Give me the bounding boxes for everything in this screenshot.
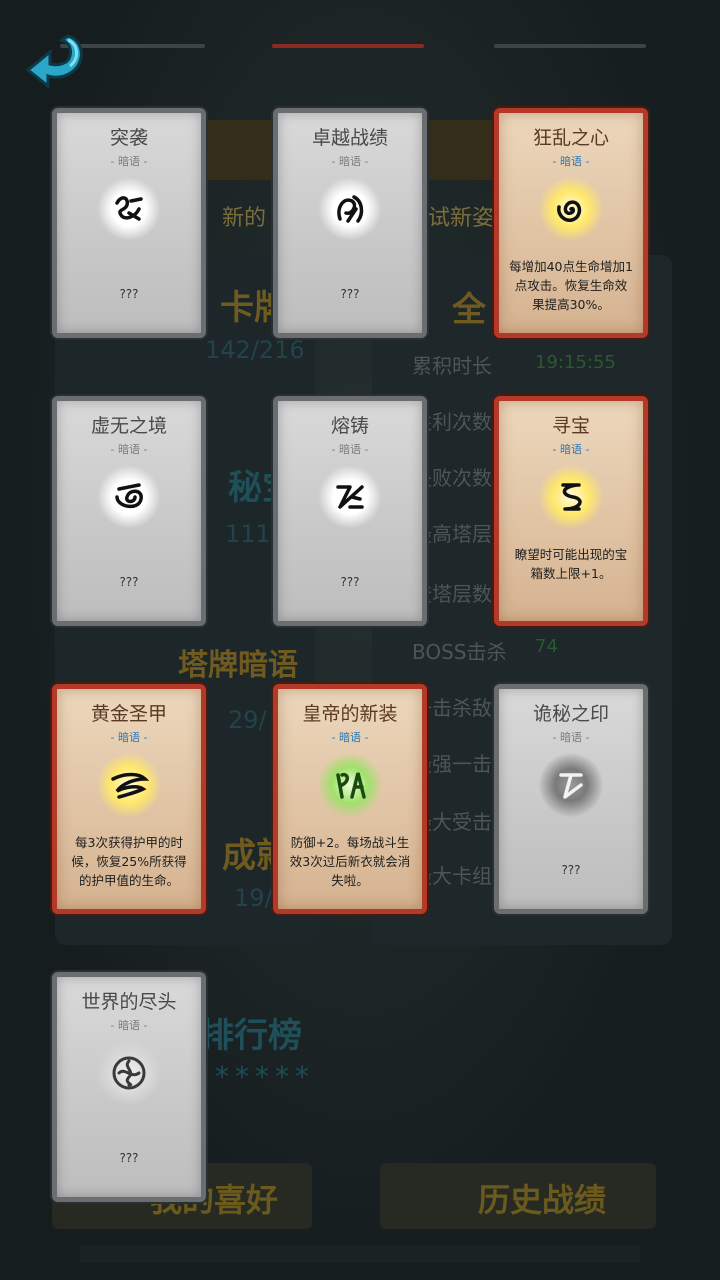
void-rune-icon — [97, 465, 161, 529]
back-button[interactable] — [24, 30, 90, 98]
emperor-clothes-rune-icon — [318, 753, 382, 817]
tab-indicator-active — [272, 44, 424, 48]
card-type: 暗语 — [499, 729, 643, 745]
bg-menu-achievements-count: 19/ — [234, 884, 273, 912]
bg-menu-whispers-count: 29/ — [228, 706, 267, 734]
card-title: 世界的尽头 — [81, 991, 177, 1013]
card-type: 暗语 — [57, 1017, 201, 1033]
card-title: 诡秘之印 — [532, 703, 609, 725]
golden-armor-rune-icon — [97, 753, 161, 817]
card-type: 暗语 — [278, 729, 422, 745]
card-desc: ??? — [119, 287, 139, 301]
bg-stat-value: 19:15:55 — [535, 352, 616, 373]
card-desc: ??? — [340, 575, 360, 589]
bg-subtitle-left: 新的 — [222, 206, 267, 231]
whisper-card[interactable]: 诡秘之印 暗语 ??? — [494, 684, 648, 914]
whisper-card[interactable]: 黄金圣甲 暗语 每3次获得护甲的时候，恢复25%所获得的护甲值的生命。 — [52, 684, 206, 914]
card-title: 黄金圣甲 — [90, 703, 167, 725]
card-desc: ??? — [119, 575, 139, 589]
bg-leaderboard-stars: ***** — [215, 1060, 315, 1093]
bg-stat-label: BOSS击杀 — [412, 640, 507, 664]
card-type: 暗语 — [499, 441, 643, 457]
whisper-card[interactable]: 世界的尽头 暗语 ??? — [52, 972, 206, 1202]
card-desc: 瞭望时可能出现的宝箱数上限+1。 — [514, 547, 628, 581]
bg-footer — [80, 1245, 640, 1263]
card-title: 卓越战绩 — [311, 127, 388, 149]
card-type: 暗语 — [278, 153, 422, 169]
card-type: 暗语 — [57, 729, 201, 745]
card-title: 熔铸 — [330, 415, 369, 437]
whisper-card[interactable]: 熔铸 暗语 ??? — [273, 396, 427, 626]
card-title: 寻宝 — [551, 415, 590, 437]
bg-menu-whispers: 塔牌暗语 — [178, 648, 298, 683]
card-desc: 每增加40点生命增加1点攻击。恢复生命效果提高30%。 — [509, 259, 633, 312]
bg-stats-header: 全 — [452, 290, 486, 330]
whisper-card[interactable]: 卓越战绩 暗语 ??? — [273, 108, 427, 338]
world-end-rune-icon — [97, 1041, 161, 1105]
whisper-card[interactable]: 寻宝 暗语 瞭望时可能出现的宝箱数上限+1。 — [494, 396, 648, 626]
card-title: 突袭 — [109, 127, 148, 149]
raid-rune-icon — [97, 177, 161, 241]
card-type: 暗语 — [278, 441, 422, 457]
card-type: 暗语 — [57, 153, 201, 169]
card-desc: ??? — [561, 863, 581, 877]
card-desc: ??? — [119, 1151, 139, 1165]
excellence-rune-icon — [318, 177, 382, 241]
whisper-card[interactable]: 皇帝的新装 暗语 防御+2。每场战斗生效3次过后新衣就会消失啦。 — [273, 684, 427, 914]
whisper-card[interactable]: 狂乱之心 暗语 每增加40点生命增加1点攻击。恢复生命效果提高30%。 — [494, 108, 648, 338]
bg-stat-label: 累积时长 — [412, 354, 492, 378]
card-desc: 每3次获得护甲的时候，恢复25%所获得的护甲值的生命。 — [71, 835, 187, 888]
bg-menu-leaderboard: 排行榜 — [200, 1016, 302, 1056]
treasure-rune-icon — [539, 465, 603, 529]
card-title: 虚无之境 — [90, 415, 167, 437]
card-desc: ??? — [340, 287, 360, 301]
mystic-seal-rune-icon — [539, 753, 603, 817]
card-title: 狂乱之心 — [532, 127, 609, 149]
bg-menu-cards-count: 142/216 — [205, 336, 305, 364]
bg-stat-value: 74 — [535, 636, 558, 657]
card-type: 暗语 — [57, 441, 201, 457]
back-arrow-icon — [25, 34, 83, 90]
tab-indicator-right — [494, 44, 646, 48]
card-title: 皇帝的新装 — [302, 703, 398, 725]
bg-menu-relics-count: 111/ — [225, 520, 279, 548]
spiral-rune-icon — [539, 177, 603, 241]
card-type: 暗语 — [499, 153, 643, 169]
whisper-card[interactable]: 突袭 暗语 ??? — [52, 108, 206, 338]
card-desc: 防御+2。每场战斗生效3次过后新衣就会消失啦。 — [289, 835, 411, 888]
forge-rune-icon — [318, 465, 382, 529]
bg-subtitle-right: 试新姿 — [428, 206, 495, 231]
bg-history-label: 历史战绩 — [478, 1181, 607, 1219]
whisper-card[interactable]: 虚无之境 暗语 ??? — [52, 396, 206, 626]
